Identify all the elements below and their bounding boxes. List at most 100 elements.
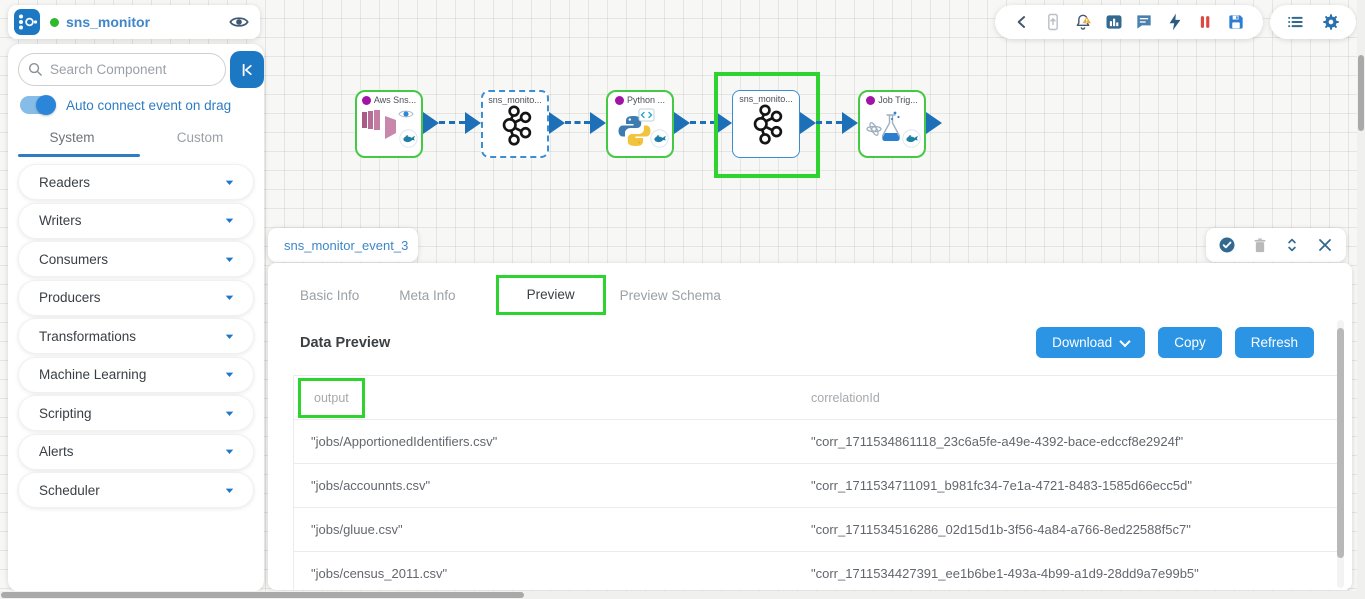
close-button[interactable] <box>1314 234 1336 256</box>
auto-connect-label: Auto connect event on drag <box>66 97 232 113</box>
resize-icon <box>1282 235 1302 255</box>
pipeline-node-sns-monito-[interactable]: sns_monito... <box>732 90 800 158</box>
alerts-bell-button[interactable] <box>1072 11 1094 33</box>
list-view-icon <box>1285 12 1305 32</box>
vertical-scrollbar-thumb[interactable] <box>1358 55 1364 131</box>
data-preview-table: output correlationId "jobs/ApportionedIde… <box>293 375 1337 590</box>
event-tab[interactable]: sns_monitor_event_3 <box>268 228 418 262</box>
chevron-left-button[interactable] <box>1011 11 1033 33</box>
download-button[interactable]: Download <box>1036 327 1146 358</box>
highlighted-column-box: output <box>298 377 365 418</box>
output-port-arrow[interactable] <box>674 112 690 134</box>
app-logo-icon <box>14 9 40 35</box>
pipeline-node-sns-monito-[interactable]: sns_monito... <box>481 90 549 158</box>
cell-output: "jobs/accounnts.csv" <box>311 478 431 493</box>
sidebar-item-alerts[interactable]: Alerts <box>18 433 254 470</box>
view-eye-icon[interactable] <box>228 11 250 33</box>
settings-gear-icon <box>1321 12 1341 32</box>
output-port-arrow[interactable] <box>423 112 439 134</box>
category-list: Readers Writers Consumers Producers Transfor… <box>18 162 254 511</box>
search-box <box>18 53 226 86</box>
sidebar-item-scripting[interactable]: Scripting <box>18 395 254 431</box>
whale-icon <box>399 129 418 148</box>
chevron-down-icon <box>222 406 237 421</box>
panel-scrollbar[interactable] <box>1337 320 1344 588</box>
canvas-toolbar <box>995 5 1263 39</box>
window-vertical-scrollbar[interactable] <box>1357 0 1365 599</box>
tab-preview[interactable]: Preview <box>527 287 575 302</box>
pipeline-node-aws-sns-[interactable]: Aws Sns... <box>355 90 423 158</box>
delete-button[interactable] <box>1249 234 1271 256</box>
save-button[interactable] <box>1225 11 1247 33</box>
lightning-button[interactable] <box>1164 11 1186 33</box>
sidebar-item-writers[interactable]: Writers <box>18 202 254 239</box>
status-check-button[interactable] <box>1216 234 1238 256</box>
collapse-sidebar-button[interactable] <box>230 51 264 88</box>
sidebar-item-readers[interactable]: Readers <box>18 164 254 200</box>
pipeline-node-job-trig-[interactable]: Job Trig... <box>858 90 926 158</box>
category-label: Transformations <box>39 328 137 344</box>
output-port-arrow[interactable] <box>549 112 565 134</box>
category-label: Machine Learning <box>39 367 147 382</box>
whale-icon <box>902 129 921 148</box>
resize-button[interactable] <box>1281 234 1303 256</box>
event-tab-label: sns_monitor_event_3 <box>284 237 409 253</box>
chevron-down-icon <box>222 213 237 228</box>
eye-icon[interactable] <box>397 105 415 123</box>
copy-button[interactable]: Copy <box>1158 327 1222 358</box>
input-port-arrow[interactable] <box>465 112 481 134</box>
search-input[interactable] <box>50 62 210 77</box>
lightning-icon <box>1165 12 1185 32</box>
bar-chart-icon <box>1104 12 1124 32</box>
output-port-arrow[interactable] <box>926 112 942 134</box>
search-icon <box>27 61 44 78</box>
chevron-down-icon <box>222 175 237 190</box>
status-check-icon <box>1217 235 1237 255</box>
component-sidebar: Auto connect event on drag SystemCustom … <box>8 44 264 592</box>
category-label: Scripting <box>39 405 92 421</box>
mobile-upload-button[interactable] <box>1042 11 1064 33</box>
chevron-down-icon <box>222 290 237 305</box>
panel-scrollbar-thumb[interactable] <box>1337 328 1344 558</box>
sidebar-item-scheduler[interactable]: Scheduler <box>18 472 254 508</box>
bar-chart-button[interactable] <box>1103 11 1125 33</box>
sidebar-tab-custom[interactable]: Custom <box>136 124 264 159</box>
panel-actions <box>1206 228 1346 262</box>
window-horizontal-scrollbar[interactable] <box>0 591 1357 599</box>
connector-line <box>565 121 590 124</box>
input-port-arrow[interactable] <box>842 112 858 134</box>
category-label: Consumers <box>39 251 109 267</box>
tab-basic-info[interactable]: Basic Info <box>300 288 359 303</box>
node-label: Job Trig... <box>878 95 918 105</box>
pipeline-node-python-[interactable]: Python ... <box>606 90 674 158</box>
active-tab-underline <box>18 154 140 157</box>
comments-button[interactable] <box>1133 11 1155 33</box>
pause-button[interactable] <box>1194 11 1216 33</box>
cell-output: "jobs/census_2011.csv" <box>311 566 448 581</box>
data-preview-header: Data Preview Download Copy Refresh <box>268 313 1352 358</box>
chevron-down-icon <box>1119 335 1131 347</box>
category-label: Alerts <box>39 444 74 459</box>
tab-meta-info[interactable]: Meta Info <box>399 288 455 303</box>
chevron-left-icon <box>1012 12 1032 32</box>
table-row: "jobs/ApportionedIdentifiers.csv" "corr_… <box>294 420 1337 464</box>
sidebar-item-producers[interactable]: Producers <box>18 279 254 316</box>
refresh-button[interactable]: Refresh <box>1234 327 1314 358</box>
settings-gear-button[interactable] <box>1320 11 1342 33</box>
cell-output: "jobs/ApportionedIdentifiers.csv" <box>311 434 498 449</box>
sidebar-item-consumers[interactable]: Consumers <box>18 241 254 277</box>
input-port-arrow[interactable] <box>590 112 606 134</box>
tab-preview-schema[interactable]: Preview Schema <box>620 288 721 303</box>
auto-connect-toggle[interactable] <box>20 95 56 115</box>
list-view-button[interactable] <box>1284 11 1306 33</box>
delete-icon <box>1250 235 1270 255</box>
pipeline-header-card: sns_monitor <box>8 5 260 39</box>
connector-line <box>816 121 842 124</box>
running-dot <box>614 95 624 105</box>
sidebar-item-machine-learning[interactable]: Machine Learning <box>18 356 254 393</box>
horizontal-scrollbar-thumb[interactable] <box>1 592 524 598</box>
pipeline-title: sns_monitor <box>66 14 151 30</box>
output-port-arrow[interactable] <box>800 112 816 134</box>
settings-toolbar <box>1270 5 1356 39</box>
sidebar-item-transformations[interactable]: Transformations <box>18 318 254 354</box>
